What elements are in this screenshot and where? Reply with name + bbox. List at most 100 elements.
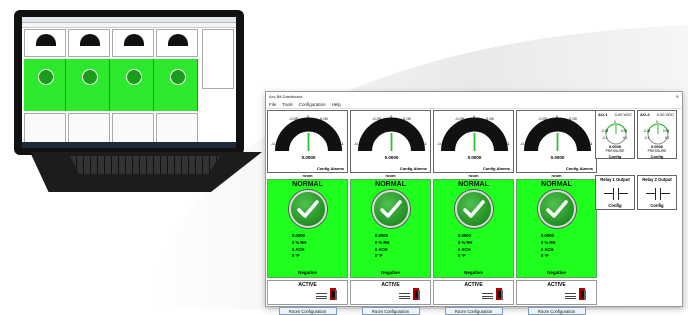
reading-humidity: 0 % RH [292, 239, 307, 245]
gauge-value: 0.0000 [467, 155, 482, 160]
room-configuration-button[interactable]: Room Configuration [278, 307, 337, 315]
gauge-max: 0.1 [587, 141, 593, 146]
door-device-icon [330, 288, 338, 302]
relay-config-link[interactable]: Config [596, 203, 634, 208]
menu-bar: File Tools Configuration Help [266, 101, 682, 109]
reading-humidity: 0 % RH [541, 239, 556, 245]
config-alarms-link[interactable]: Config Alarms [566, 166, 593, 171]
menu-lines-icon [565, 293, 576, 299]
reading-pressure: 0.0000 [375, 233, 388, 238]
active-panel: ACTIVE [516, 280, 597, 305]
checkmark-icon [538, 190, 576, 228]
reading-temperature: 0 °F [458, 253, 466, 259]
gauge-min: -0.1 [520, 141, 527, 146]
reading-temperature: 0 °F [375, 253, 383, 259]
active-panel: ACTIVE [433, 280, 514, 305]
relay-contact-icon [604, 188, 628, 200]
gauge-value: 0.0000 [384, 155, 399, 160]
status-panel: NORMAL 0.0000 0 % RH 0 ACH 0 °F Negative [516, 179, 597, 278]
room-panel-3: -0.05 0 0.05 -0.1 0.1 0.0000 Config Alar… [433, 110, 514, 315]
status-panel: NORMAL 0.0000 0 % RH 0 ACH 0 °F Negative [350, 179, 431, 278]
relay-title: Relay 1 Output [600, 177, 630, 182]
ao-tick: 0 [614, 120, 616, 124]
status-text: NORMAL [292, 181, 323, 188]
config-alarms-link[interactable]: Config Alarms [400, 166, 427, 171]
pressure-gauge: -0.05 0 0.05 -0.1 0.1 0.0000 Config Alar… [433, 110, 514, 173]
ao-tick: -0.1 [644, 136, 650, 140]
checkmark-icon [455, 190, 493, 228]
menu-help[interactable]: Help [332, 102, 341, 107]
ao-tick: -0.05 [601, 129, 609, 133]
config-alarms-link[interactable]: Config Alarms [317, 166, 344, 171]
room-configuration-button[interactable]: Room Configuration [527, 307, 586, 315]
ao-label: PRESSURE [605, 149, 625, 153]
door-device-icon [579, 288, 587, 302]
ao-tick: -0.05 [643, 129, 651, 133]
pressure-mode: Negative [298, 270, 317, 275]
ao-vdc: 0.00 VDC [614, 112, 632, 117]
gauge-tick: 0.05 [320, 116, 328, 121]
laptop-screen-app-preview [22, 17, 236, 148]
gauge-min: -0.1 [271, 141, 278, 146]
menu-lines-icon [399, 293, 410, 299]
active-panel: ACTIVE [267, 280, 348, 305]
gauge-tick: 0 [307, 114, 310, 119]
reading-humidity: 0 % RH [458, 239, 473, 245]
config-alarms-link[interactable]: Config Alarms [483, 166, 510, 171]
gauge-max: 0.1 [338, 141, 344, 146]
ao-name: AO-1 [598, 112, 608, 117]
checkmark-icon [372, 190, 410, 228]
room-panel-4: -0.05 0 0.05 -0.1 0.1 0.0000 Config Alar… [516, 110, 597, 315]
gauge-max: 0.1 [421, 141, 427, 146]
status-text: NORMAL [458, 181, 489, 188]
ao-config-link[interactable]: Config [638, 154, 676, 159]
relay-config-link[interactable]: Config [638, 203, 676, 208]
door-device-icon [496, 288, 504, 302]
reading-humidity: 0 % RH [375, 239, 390, 245]
status-text: NORMAL [541, 181, 572, 188]
ao-tick: -0.1 [602, 136, 608, 140]
readings: 0.0000 0 % RH 0 ACH 0 °F [375, 233, 389, 260]
relay-contact-icon [646, 188, 670, 200]
menu-lines-icon [482, 293, 493, 299]
window-title: Acc Bit Dashboard [269, 94, 303, 99]
laptop-illustration [0, 0, 262, 200]
menu-configuration[interactable]: Configuration [299, 102, 326, 107]
gauge-max: 0.1 [504, 141, 510, 146]
menu-tools[interactable]: Tools [282, 102, 293, 107]
relay-2-panel: Relay 2 Output Config [637, 175, 677, 210]
gauge-tick: 0 [473, 114, 476, 119]
ao-tick: 0.1 [623, 136, 628, 140]
readings: 0.0000 0 % RH 0 ACH 0 °F [541, 233, 555, 260]
ao-label: PRESSURE [647, 149, 667, 153]
pressure-gauge: -0.05 0 0.05 -0.1 0.1 0.0000 Config Alar… [267, 110, 348, 173]
pressure-gauge: -0.05 0 0.05 -0.1 0.1 0.0000 Config Alar… [350, 110, 431, 173]
close-icon[interactable]: ✕ [676, 94, 679, 99]
room-grid: -0.05 0 0.05 -0.1 0.1 0.0000 Config Alar… [267, 110, 597, 315]
room-configuration-button[interactable]: Room Configuration [361, 307, 420, 315]
analog-output-2-panel: AO-2 0.00 VDC 0 -0.05 0.05 -0.1 0.1 0.000… [637, 110, 677, 159]
status-panel: NORMAL 0.0000 0 % RH 0 ACH 0 °F Negative [433, 179, 514, 278]
room-configuration-button[interactable]: Room Configuration [444, 307, 503, 315]
reading-temperature: 0 °F [292, 253, 300, 259]
ao-tick: 0.1 [665, 136, 670, 140]
pressure-mode: Negative [464, 270, 483, 275]
reading-temperature: 0 °F [541, 253, 549, 259]
analog-output-1-panel: AO-1 0.00 VDC 0 -0.05 0.05 -0.1 0.1 0.000… [595, 110, 635, 159]
ao-vdc: 0.00 VDC [656, 112, 674, 117]
door-device-icon [413, 288, 421, 302]
checkmark-icon [289, 190, 327, 228]
pressure-mode: Negative [547, 270, 566, 275]
ao-name: AO-2 [640, 112, 650, 117]
gauge-tick: 0 [390, 114, 393, 119]
gauge-tick: 0 [556, 114, 559, 119]
menu-file[interactable]: File [269, 102, 276, 107]
reading-ach: 0 ACH [375, 246, 388, 252]
gauge-tick: -0.05 [455, 116, 465, 121]
relay-1-panel: Relay 1 Output Config [595, 175, 635, 210]
readings: 0.0000 0 % RH 0 ACH 0 °F [458, 233, 472, 260]
gauge-tick: 0.05 [486, 116, 494, 121]
gauge-tick: -0.05 [289, 116, 299, 121]
status-panel: NORMAL 0.0000 0 % RH 0 ACH 0 °F Negative [267, 179, 348, 278]
ao-config-link[interactable]: Config [596, 154, 634, 159]
